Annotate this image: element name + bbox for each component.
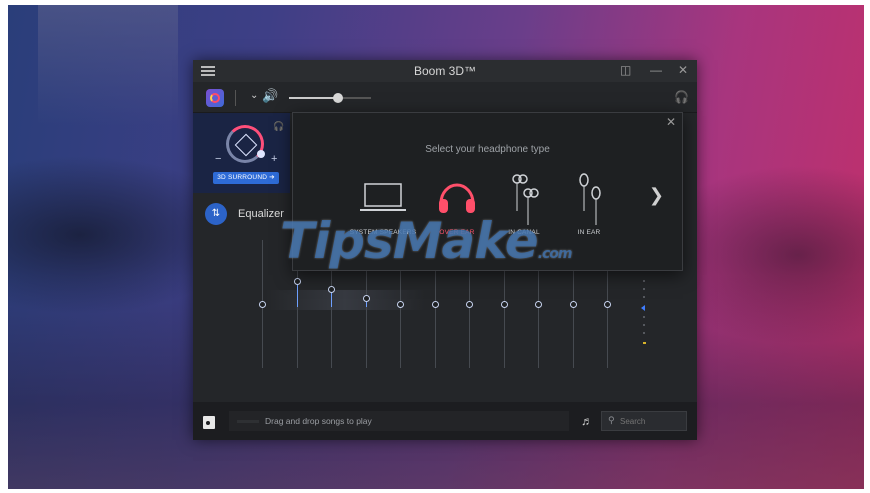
close-button[interactable]: ✕ (678, 63, 688, 77)
drop-zone[interactable]: Drag and drop songs to play (229, 411, 569, 431)
eq-band-handle[interactable] (535, 301, 542, 308)
volume-slider[interactable] (289, 93, 371, 103)
eq-band-handle[interactable] (604, 301, 611, 308)
search-icon: ⚲ (608, 415, 615, 425)
meter-marker (641, 305, 645, 311)
eq-band-fill (296, 283, 298, 307)
eq-band-handle[interactable] (466, 301, 473, 308)
eq-band-handle[interactable] (397, 301, 404, 308)
increase-icon[interactable]: + (271, 153, 277, 165)
title-bar: Boom 3D™ ◫ — ✕ (193, 60, 697, 82)
headphones-icon: 🎧 (273, 121, 285, 131)
popup-heading: Select your headphone type (425, 144, 550, 155)
3d-surround-panel: 🎧 − + 3D SURROUND ➔ (193, 113, 290, 193)
cube-icon (234, 133, 258, 157)
drop-zone-text: Drag and drop songs to play (265, 416, 372, 426)
eq-band-handle[interactable] (500, 301, 508, 308)
eq-band-handle[interactable] (569, 301, 577, 308)
decrease-icon[interactable]: − (215, 153, 221, 165)
eq-band-handle[interactable] (431, 301, 439, 308)
app-logo-icon[interactable] (206, 89, 224, 107)
watermark-domain: .com (537, 246, 573, 262)
music-file-icon[interactable] (203, 416, 215, 429)
toolbar: ⌄ 🔊 🎧 (193, 82, 697, 113)
sidebar-item-label: Equalizer (238, 208, 284, 220)
eq-band-slider[interactable] (259, 240, 266, 368)
dial-knob[interactable] (257, 150, 265, 158)
eq-band-handle[interactable] (362, 294, 370, 302)
surround-intensity-dial[interactable] (226, 125, 265, 163)
watermark: TipsMake.com (280, 212, 620, 276)
volume-slider-knob[interactable] (333, 93, 344, 103)
search-input[interactable] (620, 415, 684, 428)
mini-player-icon[interactable]: ◫ (620, 63, 631, 77)
minimize-button[interactable]: — (650, 63, 662, 77)
sidebar-item-equalizer[interactable]: ⇅ Equalizer (193, 200, 290, 230)
level-meter (641, 280, 646, 350)
player-bar: Drag and drop songs to play ♬ ⚲ (193, 402, 697, 440)
watermark-text: TipsMake (280, 212, 539, 270)
speaker-icon[interactable]: 🔊 (262, 88, 278, 104)
playlist-icon[interactable]: ♬ (581, 414, 593, 428)
eq-band-fill (331, 291, 332, 307)
3d-surround-button[interactable]: 3D SURROUND ➔ (213, 172, 279, 184)
search-box[interactable]: ⚲ (601, 411, 687, 431)
close-icon[interactable]: ✕ (666, 115, 676, 129)
headphones-icon[interactable]: 🎧 (674, 90, 689, 104)
eq-band-handle[interactable] (259, 301, 266, 308)
chevron-down-icon[interactable]: ⌄ (250, 90, 258, 101)
eq-band-handle[interactable] (328, 285, 335, 293)
eq-band-handle[interactable] (293, 277, 301, 285)
equalizer-icon: ⇅ (205, 203, 227, 225)
chevron-right-icon[interactable]: ❯ (649, 185, 664, 206)
